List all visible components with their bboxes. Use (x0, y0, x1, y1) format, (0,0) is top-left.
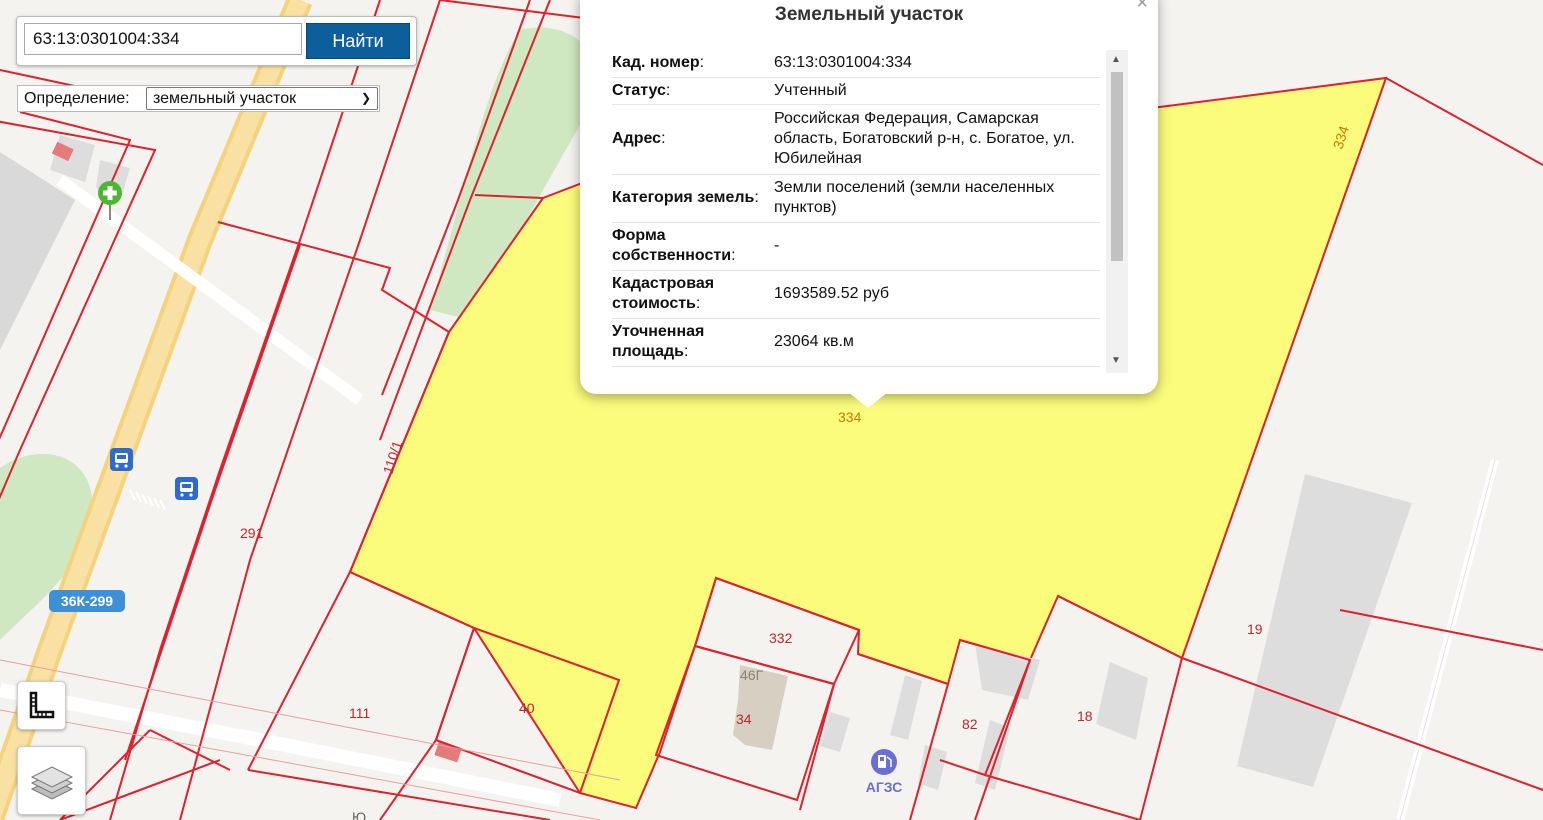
popup-pointer (848, 392, 888, 408)
attr-key: Категория земель: (612, 174, 769, 223)
definition-row: Определение: земельный участок ❯ (17, 85, 380, 112)
attr-value: 1693589.52 руб (769, 270, 1100, 319)
svg-text:36К-299: 36К-299 (61, 593, 113, 609)
street-label: Ю (352, 809, 366, 820)
attr-key: Кадастровая стоимость: (612, 270, 769, 319)
scroll-down-icon[interactable]: ▼ (1111, 355, 1121, 366)
gas-station-label: АГЗС (866, 779, 903, 795)
building-label-46g: 46Г (740, 667, 764, 683)
label-291: 291 (240, 525, 264, 541)
popup-scrollbar[interactable]: ▲ ▼ (1106, 50, 1128, 373)
road-sign-36k-299: 36К-299 (49, 590, 125, 612)
attr-key: Адрес: (612, 104, 769, 175)
search-input[interactable] (24, 23, 302, 55)
scroll-thumb[interactable] (1111, 72, 1123, 261)
parcel-info-popup: × Земельный участок Кад. номер: 63:13:03… (580, 0, 1158, 408)
attr-value: 63:13:0301004:334 (769, 50, 1100, 78)
label-111: 111 (349, 705, 370, 721)
attr-value: - (769, 222, 1100, 271)
layers-icon (30, 766, 74, 800)
label-332: 332 (769, 630, 793, 646)
table-row: Адрес: Российская Федерация, Самарская о… (612, 104, 1100, 175)
attr-key: Кад. номер: (612, 50, 769, 78)
table-row: Форма собственности: - (612, 222, 1100, 271)
label-18: 18 (1077, 708, 1093, 724)
attr-value: Земли поселений (земли населенных пункто… (769, 174, 1100, 223)
gas-station-icon[interactable] (871, 749, 897, 775)
definition-selected-value: земельный участок (153, 90, 297, 107)
bus-stop-icon[interactable] (110, 448, 133, 471)
table-row: Уточненная площадь: 23064 кв.м (612, 318, 1100, 367)
attr-value: 23064 кв.м (769, 318, 1100, 367)
attr-key: Уточненная площадь: (612, 318, 769, 367)
attr-value: Учтенный (769, 77, 1100, 105)
definition-select[interactable]: земельный участок ❯ (146, 87, 378, 110)
attr-key: Статус: (612, 77, 769, 105)
measure-button[interactable] (17, 681, 66, 730)
bus-stop-icon[interactable] (175, 477, 198, 500)
label-334: 334 (838, 409, 862, 425)
label-34: 34 (736, 711, 752, 727)
label-40: 40 (519, 700, 535, 716)
scroll-up-icon[interactable]: ▲ (1111, 54, 1121, 65)
attr-key: Форма собственности: (612, 222, 769, 271)
popup-content[interactable]: Кад. номер: 63:13:0301004:334 Статус: Уч… (612, 50, 1128, 373)
popup-title: Земельный участок (774, 4, 964, 25)
table-row: Категория земель: Земли поселений (земли… (612, 174, 1100, 223)
label-19: 19 (1247, 621, 1263, 637)
table-row: Кадастровая стоимость: 1693589.52 руб (612, 270, 1100, 319)
ruler-icon (29, 691, 55, 719)
search-panel: Найти (16, 16, 417, 66)
chevron-down-icon: ❯ (360, 91, 371, 105)
attribute-table: Кад. номер: 63:13:0301004:334 Статус: Уч… (612, 50, 1100, 367)
search-button[interactable]: Найти (306, 23, 410, 59)
table-row: Статус: Учтенный (612, 77, 1100, 105)
label-82: 82 (962, 716, 978, 732)
layers-button[interactable] (17, 746, 86, 815)
table-row: Кад. номер: 63:13:0301004:334 (612, 50, 1100, 78)
definition-label: Определение: (24, 90, 130, 107)
attr-value: Российская Федерация, Самарская область,… (769, 104, 1100, 175)
